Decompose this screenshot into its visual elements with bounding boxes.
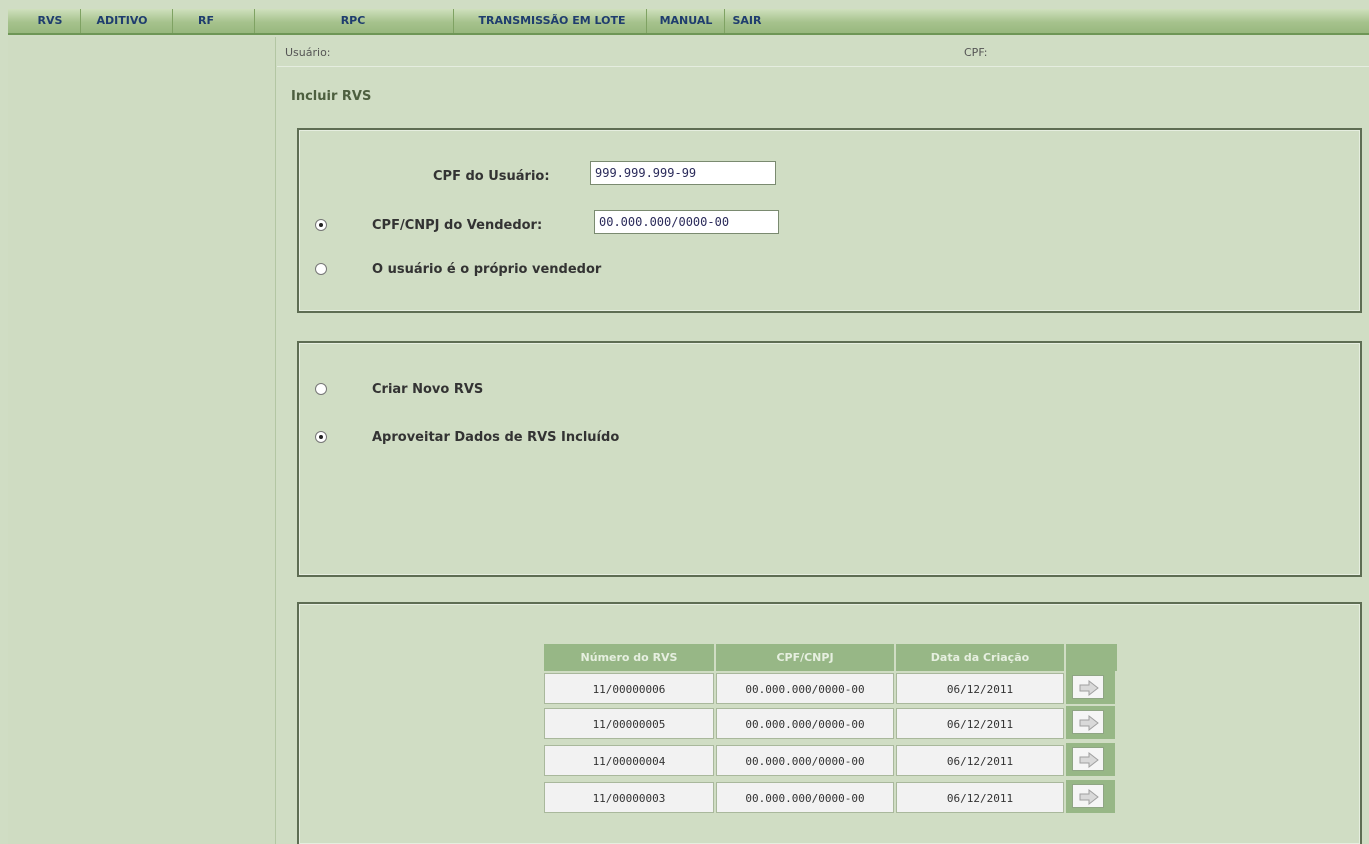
arrow-right-icon (1079, 715, 1099, 731)
cpf-user-label: CPF do Usuário: (433, 169, 550, 184)
menu-manual[interactable]: MANUAL (650, 9, 722, 33)
new-rvs-label: Criar Novo RVS (372, 382, 484, 397)
self-seller-radio[interactable] (315, 263, 327, 275)
header-action (1066, 644, 1117, 671)
seller-cpf-field[interactable]: 00.000.000/0000-00 (594, 210, 779, 234)
seller-cpf-radio[interactable] (315, 219, 327, 231)
table-row-action (1066, 780, 1115, 813)
new-rvs-radio[interactable] (315, 383, 327, 395)
menu-divider (80, 9, 81, 33)
menu-divider (724, 9, 725, 33)
arrow-right-icon (1079, 752, 1099, 768)
row-select-button[interactable] (1072, 784, 1104, 808)
cell-data: 06/12/2011 (896, 708, 1064, 739)
menu-rf[interactable]: RF (186, 9, 226, 33)
table-row-action (1066, 706, 1115, 739)
cell-cpf-cnpj: 00.000.000/0000-00 (716, 673, 894, 704)
cell-numero: 11/00000003 (544, 782, 714, 813)
cell-data: 06/12/2011 (896, 673, 1064, 704)
arrow-right-icon (1079, 680, 1099, 696)
arrow-right-icon (1079, 789, 1099, 805)
cell-data: 06/12/2011 (896, 782, 1064, 813)
table-row-action (1066, 743, 1115, 776)
cell-numero: 11/00000004 (544, 745, 714, 776)
menu-sair[interactable]: SAIR (727, 9, 767, 33)
cell-data: 06/12/2011 (896, 745, 1064, 776)
cell-cpf-cnpj: 00.000.000/0000-00 (716, 708, 894, 739)
cell-numero: 11/00000005 (544, 708, 714, 739)
menu-divider (453, 9, 454, 33)
header-numero: Número do RVS (544, 644, 714, 671)
cpf-user-field[interactable]: 999.999.999-99 (590, 161, 776, 185)
header-cpf-cnpj: CPF/CNPJ (716, 644, 894, 671)
mode-panel: Criar Novo RVS Aproveitar Dados de RVS I… (297, 341, 1362, 577)
cpf-label: CPF: (964, 46, 988, 59)
menu-rpc[interactable]: RPC (323, 9, 383, 33)
menu-divider (646, 9, 647, 33)
cell-cpf-cnpj: 00.000.000/0000-00 (716, 782, 894, 813)
menu-divider (254, 9, 255, 33)
seller-cpf-label: CPF/CNPJ do Vendedor: (372, 218, 543, 233)
vendor-panel: CPF do Usuário: 999.999.999-99 CPF/CNPJ … (297, 128, 1362, 313)
top-menu-bar: RVS ADITIVO RF RPC TRANSMISSÃO EM LOTE M… (8, 9, 1369, 35)
cell-cpf-cnpj: 00.000.000/0000-00 (716, 745, 894, 776)
user-info-bar: Usuário: CPF: (277, 37, 1369, 67)
self-seller-label: O usuário é o próprio vendedor (372, 262, 602, 277)
menu-transmissao-lote[interactable]: TRANSMISSÃO EM LOTE (460, 9, 644, 33)
menu-rvs[interactable]: RVS (30, 9, 70, 33)
page-title: Incluir RVS (291, 89, 372, 104)
cell-numero: 11/00000006 (544, 673, 714, 704)
table-row-action (1066, 671, 1115, 704)
row-select-button[interactable] (1072, 675, 1104, 699)
menu-divider (172, 9, 173, 33)
header-data-criacao: Data da Criação (896, 644, 1064, 671)
user-label: Usuário: (285, 46, 331, 59)
row-select-button[interactable] (1072, 747, 1104, 771)
reuse-rvs-label: Aproveitar Dados de RVS Incluído (372, 430, 620, 445)
reuse-rvs-radio[interactable] (315, 431, 327, 443)
menu-aditivo[interactable]: ADITIVO (86, 9, 158, 33)
row-select-button[interactable] (1072, 710, 1104, 734)
sidebar (8, 37, 276, 844)
